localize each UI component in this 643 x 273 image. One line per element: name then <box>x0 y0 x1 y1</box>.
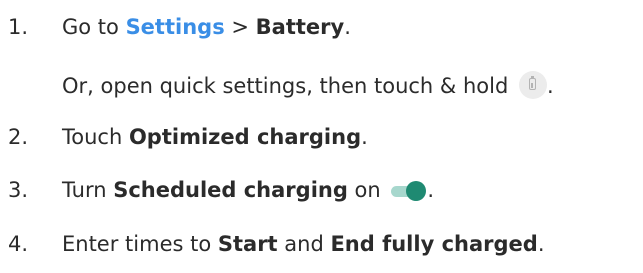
optimized-charging-label: Optimized charging <box>128 125 362 149</box>
end-fully-charged-label: End fully charged <box>330 232 538 256</box>
step-number: 3. <box>8 178 29 202</box>
step-text: Enter times to Start and End fully charg… <box>62 234 545 255</box>
step-middle: and <box>277 232 331 256</box>
step-suffix: . <box>537 232 545 256</box>
step-suffix: . <box>361 125 368 149</box>
step-middle: on <box>347 178 388 202</box>
start-label: Start <box>217 232 278 256</box>
battery-icon <box>528 76 536 90</box>
settings-link[interactable]: Settings <box>126 15 225 39</box>
step-suffix: . <box>344 15 351 39</box>
step-prefix: Go to <box>62 15 126 39</box>
step-prefix: Touch <box>62 125 129 149</box>
toggle-on-icon <box>391 181 427 201</box>
breadcrumb-separator: > <box>224 15 256 39</box>
step-1-continuation: Or, open quick settings, then touch & ho… <box>62 71 554 99</box>
continuation-suffix: . <box>546 74 554 98</box>
battery-label: Battery <box>255 15 345 39</box>
battery-saver-tile-icon <box>518 71 547 99</box>
step-number: 1. <box>8 15 29 39</box>
step-text: Turn Scheduled charging on . <box>62 180 434 201</box>
step-number: 2. <box>8 125 29 149</box>
step-text: Touch Optimized charging. <box>62 127 368 148</box>
scheduled-charging-label: Scheduled charging <box>113 178 348 202</box>
step-text: Go to Settings > Battery. <box>62 17 351 38</box>
toggle-thumb <box>406 181 427 201</box>
step-number: 4. <box>8 232 29 256</box>
step-suffix: . <box>427 178 435 202</box>
step-prefix: Turn <box>62 178 114 202</box>
step-prefix: Enter times to <box>62 232 218 256</box>
continuation-text: Or, open quick settings, then touch & ho… <box>62 74 515 98</box>
